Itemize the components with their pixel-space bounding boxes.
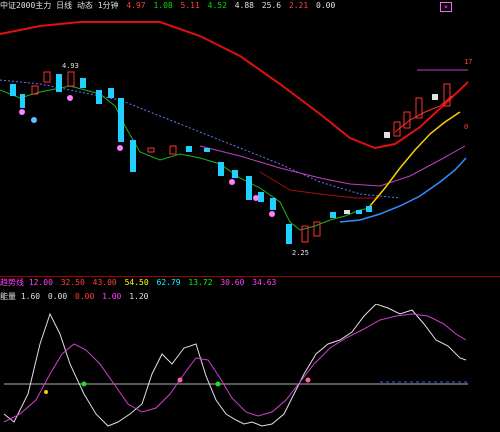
signal-marker [253,195,259,201]
ma-blue-dotted [0,79,401,199]
candles [10,71,451,244]
candle [366,206,372,212]
candle [10,84,16,96]
indicator-sub-4: 1.20 [129,292,149,301]
indicator-item-4: 62.79 [156,278,181,287]
signal-marker [31,117,37,123]
candle [246,176,252,200]
indicator-item-6: 30.60 [220,278,245,287]
indicator-sub-3: 1.00 [102,292,122,301]
candle [118,98,124,142]
candle [204,148,210,152]
ma-purple [199,145,466,187]
ma-yellow [369,111,461,207]
header-item-0: 中证2000主力 日线 动态 1分钟 [0,1,119,10]
signal-markers [19,95,275,217]
header-item-6: 25.6 [261,1,282,10]
indicator-item-2: 43.00 [92,278,117,287]
indicator-item-7: 34.63 [252,278,277,287]
osc-marker [177,377,183,383]
candle [218,162,224,176]
osc-marker [215,381,221,387]
candle [356,210,362,214]
candle [232,170,238,178]
signal-marker [117,145,123,151]
header-item-5: 4.88 [234,1,254,10]
indicator-sub-0: 能量 1.60 [0,292,41,301]
header-item-8: 0.00 [316,1,336,10]
quote-header: 中证2000主力 日线 动态 1分钟 4.97 1.08 5.11 4.52 4… [0,0,500,12]
header-item-1: 4.97 [126,1,146,10]
candle [67,71,75,87]
candle [186,146,192,152]
header-item-4: 4.52 [207,1,227,10]
candle [330,212,336,218]
candle [344,210,350,214]
low-label: 2.25 [292,249,309,257]
axis-label-top: 17 [464,58,472,66]
indicator-item-0: 趋势线 12.00 [0,278,53,287]
candle [169,145,177,155]
signal-marker [19,109,25,115]
indicator-item-3: 54.50 [124,278,149,287]
osc-marker [305,377,311,383]
candle [80,78,86,88]
osc-marker [81,381,87,387]
price-chart[interactable]: 4.93 2.25 17 0 [0,12,500,276]
candle [147,147,155,153]
signal-marker [67,95,73,101]
ma-red-long [0,21,469,150]
header-item-2: 1.08 [153,1,173,10]
indicator-sub-1: 0.00 [47,292,68,301]
axis-label-zero: 0 [464,123,468,131]
header-item-7: 2.21 [288,1,309,10]
osc-magenta [3,313,467,423]
candle [130,140,136,172]
indicator-chart[interactable] [0,304,500,432]
candle [432,94,438,100]
osc-white [3,304,467,427]
ma-green [0,85,371,231]
candle [403,111,411,129]
osc-marker [44,390,48,394]
high-label: 4.93 [62,62,79,70]
candle [96,90,102,104]
candle [384,132,390,138]
candle [258,192,264,202]
candle [43,71,51,83]
close-icon[interactable]: × [440,2,452,12]
candle [108,88,114,98]
signal-marker [229,179,235,185]
candle [286,224,292,244]
indicator-item-5: 13.72 [188,278,213,287]
indicator-header: 趋势线 12.00 32.50 43.00 54.50 62.79 13.72 … [0,277,500,289]
indicator-subheader: 能量 1.60 0.00 0.00 1.00 1.20 [0,291,500,303]
candle [56,74,62,92]
indicator-item-1: 32.50 [60,278,85,287]
candle [270,198,276,210]
candle [20,94,25,108]
signal-marker [269,211,275,217]
indicator-sub-2: 0.00 [75,292,95,301]
header-item-3: 5.11 [180,1,200,10]
